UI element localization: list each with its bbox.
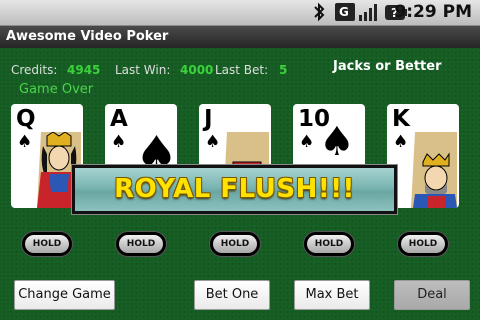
deal-button[interactable]: Deal: [394, 280, 470, 310]
spade-icon: ♠: [299, 132, 315, 152]
hold-label: HOLD: [25, 235, 69, 253]
card-rank: K: [392, 106, 410, 132]
last-win-label: Last Win:: [115, 63, 171, 77]
hold-button-5[interactable]: HOLD: [397, 231, 449, 257]
svg-text:G: G: [339, 5, 349, 19]
hold-button-2[interactable]: HOLD: [115, 231, 167, 257]
app-title-bar: Awesome Video Poker: [0, 26, 480, 48]
hold-button-3[interactable]: HOLD: [209, 231, 261, 257]
network-type-icon: G: [335, 3, 355, 21]
card-rank: J: [204, 106, 213, 132]
last-bet-value: 5: [279, 63, 288, 77]
result-text: ROYAL FLUSH!!!: [114, 174, 355, 204]
signal-strength-icon: [359, 4, 377, 21]
spade-icon: ♠: [393, 132, 409, 152]
credits-value: 4945: [67, 63, 101, 77]
spade-icon: ♠: [111, 132, 127, 152]
last-win-value: 4000: [180, 63, 214, 77]
bet-one-button[interactable]: Bet One: [194, 280, 270, 310]
hold-label: HOLD: [213, 235, 257, 253]
spade-icon: ♠: [319, 119, 355, 165]
hold-button-1[interactable]: HOLD: [21, 231, 73, 257]
clock: 9:29 PM: [394, 2, 472, 22]
result-banner-panel: ROYAL FLUSH!!!: [75, 168, 394, 211]
result-banner: ROYAL FLUSH!!!: [71, 164, 398, 215]
card-rank: Q: [16, 106, 36, 132]
spade-icon: ♠: [17, 132, 33, 152]
credits-label: Credits:: [11, 63, 58, 77]
king-face-art: [411, 132, 457, 208]
hold-label: HOLD: [119, 235, 163, 253]
last-bet-label: Last Bet:: [215, 63, 269, 77]
hold-label: HOLD: [307, 235, 351, 253]
hold-label: HOLD: [401, 235, 445, 253]
hold-button-4[interactable]: HOLD: [303, 231, 355, 257]
card-rank: A: [110, 106, 128, 132]
game-status: Game Over: [19, 82, 94, 97]
bluetooth-icon: [314, 2, 325, 22]
max-bet-button[interactable]: Max Bet: [294, 280, 370, 310]
status-bar: G ? 9:29 PM: [0, 0, 480, 26]
game-mode-label: Jacks or Better: [333, 59, 442, 74]
change-game-button[interactable]: Change Game: [14, 280, 115, 310]
spade-icon: ♠: [205, 132, 221, 152]
app-title: Awesome Video Poker: [6, 29, 169, 44]
